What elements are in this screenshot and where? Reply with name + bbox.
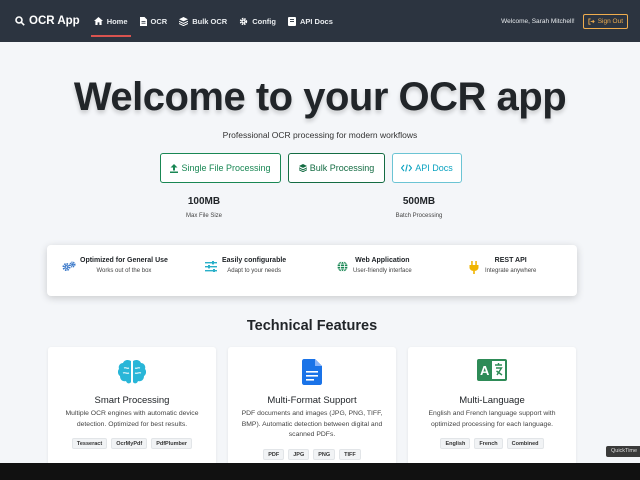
- nav-home[interactable]: Home: [88, 0, 134, 42]
- upload-icon: [170, 163, 179, 173]
- tag: PdfPlumber: [151, 438, 193, 449]
- tag-list: PDF JPG PNG TIFF: [228, 449, 396, 460]
- api-docs-button[interactable]: API Docs: [392, 153, 462, 183]
- api-docs-label: API Docs: [415, 163, 453, 173]
- tag-list: English French Combined: [408, 438, 576, 449]
- feature-strip: Optimized for General Use Works out of t…: [47, 245, 577, 296]
- welcome-text: Welcome, Sarah Mitchell!: [501, 17, 575, 25]
- feature-web-application: Web Application User-friendly interface: [335, 257, 412, 274]
- bulk-processing-label: Bulk Processing: [309, 163, 375, 173]
- stat-label: Batch Processing: [395, 213, 443, 219]
- globe-icon: [335, 257, 349, 274]
- nav-api-docs[interactable]: API Docs: [282, 0, 339, 42]
- sliders-icon: [204, 257, 218, 274]
- nav-config[interactable]: Config: [233, 0, 282, 42]
- top-navbar: OCR App Home OCR Bulk OCR Config API Doc…: [0, 0, 640, 42]
- nav-ocr[interactable]: OCR: [134, 0, 174, 42]
- technical-features-title: Technical Features: [246, 318, 378, 334]
- nav-user-area: Welcome, Sarah Mitchell! Sign Out: [501, 13, 628, 29]
- card-multi-language: A Multi-Language English and French lang…: [408, 347, 576, 472]
- feature-desc: Integrate anywhere: [485, 268, 537, 274]
- card-desc: PDF documents and images (JPG, PNG, TIFF…: [241, 410, 383, 438]
- brain-icon: [48, 359, 216, 385]
- tag: OcrMyPdf: [111, 438, 148, 449]
- stat-batch-processing: 500MB Batch Processing: [374, 196, 464, 219]
- feature-general-use: Optimized for General Use Works out of t…: [62, 257, 168, 274]
- home-icon: [93, 17, 103, 25]
- feature-rest-api: REST API Integrate anywhere: [467, 257, 536, 274]
- stat-max-file-size: 100MB Max File Size: [159, 196, 249, 219]
- single-file-processing-button[interactable]: Single File Processing: [160, 153, 281, 183]
- feature-configurable: Easily configurable Adapt to your needs: [204, 257, 286, 274]
- feature-title: Optimized for General Use: [80, 257, 168, 264]
- plug-icon: [467, 257, 481, 274]
- tag: JPG: [288, 449, 310, 460]
- translate-icon: A: [408, 359, 576, 381]
- card-desc: English and French language support with…: [428, 410, 556, 428]
- nav-ocr-label: OCR: [150, 16, 168, 26]
- hero-subtitle: Professional OCR processing for modern w…: [222, 130, 418, 140]
- tag-list: Tesseract OcrMyPdf PdfPlumber: [48, 438, 216, 449]
- sign-out-icon: [588, 17, 595, 25]
- feature-title: Web Application: [355, 257, 410, 264]
- file-icon: [139, 16, 147, 26]
- book-icon: [287, 16, 296, 26]
- tag: French: [474, 438, 503, 449]
- nav-bulk-ocr[interactable]: Bulk OCR: [173, 0, 233, 42]
- sign-out-label: Sign Out: [597, 17, 623, 25]
- card-title: Multi-Format Support: [267, 395, 357, 406]
- tag: Combined: [506, 438, 544, 449]
- tag: Tesseract: [71, 438, 108, 449]
- stat-value: 100MB: [187, 196, 221, 207]
- hero-actions: Single File Processing Bulk Processing A…: [160, 153, 469, 183]
- bulk-processing-button[interactable]: Bulk Processing: [288, 153, 385, 183]
- card-title: Multi-Language: [459, 395, 525, 406]
- card-smart-processing: Smart Processing Multiple OCR engines wi…: [48, 347, 216, 472]
- nav-bulk-ocr-label: Bulk OCR: [192, 16, 228, 26]
- feature-desc: Works out of the box: [96, 268, 152, 274]
- card-title: Smart Processing: [94, 395, 170, 406]
- gears-icon: [62, 257, 76, 274]
- svg-text:A: A: [480, 363, 490, 378]
- nav-links: Home OCR Bulk OCR Config API Docs: [88, 0, 339, 42]
- feature-desc: Adapt to your needs: [227, 268, 281, 274]
- stat-value: 500MB: [402, 196, 436, 207]
- tag: English: [440, 438, 471, 449]
- nav-home-label: Home: [106, 16, 128, 26]
- nav-api-docs-label: API Docs: [299, 16, 333, 26]
- feature-title: REST API: [494, 257, 527, 264]
- brand[interactable]: OCR App: [15, 15, 80, 27]
- layers-icon: [298, 164, 307, 172]
- card-multi-format-support: Multi-Format Support PDF documents and i…: [228, 347, 396, 472]
- document-icon: [228, 359, 396, 385]
- feature-title: Easily configurable: [222, 257, 287, 264]
- card-desc: Multiple OCR engines with automatic devi…: [65, 410, 199, 428]
- feature-desc: User-friendly interface: [353, 268, 412, 274]
- tag: TIFF: [339, 449, 361, 460]
- tag: PDF: [263, 449, 285, 460]
- search-icon: [15, 16, 25, 26]
- quicktime-label[interactable]: QuickTime: [606, 446, 640, 457]
- nav-config-label: Config: [252, 16, 276, 26]
- tag: PNG: [313, 449, 336, 460]
- gear-icon: [240, 17, 248, 25]
- single-file-processing-label: Single File Processing: [181, 163, 271, 173]
- bottom-bar: [0, 463, 640, 480]
- hero-title: Welcome to your OCR app: [73, 75, 567, 119]
- stat-label: Max File Size: [185, 213, 222, 219]
- code-icon: [401, 164, 413, 172]
- layers-icon: [179, 16, 189, 26]
- brand-name: OCR App: [29, 15, 80, 27]
- sign-out-button[interactable]: Sign Out: [582, 13, 628, 29]
